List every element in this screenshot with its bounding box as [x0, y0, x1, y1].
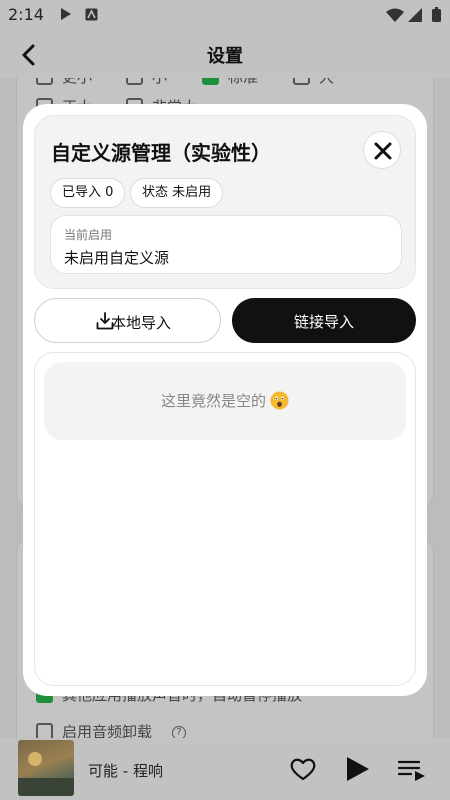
page-title: 设置 — [207, 46, 243, 67]
close-button[interactable] — [363, 131, 401, 169]
audio-offload-label: 启用音频卸载 — [62, 723, 153, 738]
now-playing-title: 可能 - 程响 — [88, 762, 163, 780]
status-time: 2:14 — [8, 5, 44, 24]
help-icon[interactable]: ? — [172, 726, 186, 738]
dialog-header-card: 自定义源管理（实验性） 已导入 0 状态 未启用 当前启用 未启用自定义源 — [34, 115, 416, 289]
signal-icon — [408, 8, 422, 22]
wifi-icon — [386, 8, 404, 22]
option-checkbox[interactable] — [293, 78, 310, 85]
local-import-button[interactable]: 本地导入 — [34, 298, 221, 343]
option-checkbox[interactable] — [126, 78, 143, 85]
audio-offload-checkbox[interactable] — [36, 723, 53, 738]
app-bar: 设置 — [0, 30, 450, 78]
link-import-label: 链接导入 — [293, 313, 354, 331]
option-label: 更小 — [62, 78, 92, 87]
play-notification-icon — [61, 8, 71, 20]
current-source-box: 当前启用 未启用自定义源 — [50, 215, 402, 274]
custom-source-dialog: 自定义源管理（实验性） 已导入 0 状态 未启用 当前启用 未启用自定义源 本地… — [23, 104, 427, 696]
empty-state: 这里竟然是空的 — [44, 362, 406, 440]
option-label: 标准 — [228, 78, 258, 87]
favorite-heart-icon[interactable] — [288, 754, 318, 784]
link-import-button[interactable]: 链接导入 — [232, 298, 416, 343]
option-checkbox[interactable] — [202, 78, 219, 85]
current-source-value: 未启用自定义源 — [64, 249, 170, 267]
empty-state-text: 这里竟然是空的 — [160, 392, 266, 410]
imported-count-badge: 已导入 0 — [50, 178, 126, 208]
source-list: 这里竟然是空的 — [34, 352, 416, 686]
play-icon[interactable] — [342, 754, 372, 784]
option-checkbox[interactable] — [36, 78, 53, 85]
status-badge: 状态 未启用 — [130, 178, 224, 208]
app-notification-icon — [85, 8, 98, 21]
dialog-title: 自定义源管理（实验性） — [51, 141, 271, 165]
album-cover[interactable] — [18, 740, 74, 796]
mini-player[interactable]: 可能 - 程响 — [0, 738, 450, 800]
status-bar: 2:14 — [0, 0, 450, 30]
local-import-label: 本地导入 — [111, 314, 172, 332]
close-icon — [374, 142, 392, 160]
battery-icon — [432, 7, 441, 22]
astonished-face-icon — [270, 391, 289, 410]
option-label: 小 — [152, 78, 167, 87]
option-label: 大 — [319, 78, 334, 87]
current-source-label: 当前启用 — [64, 228, 113, 242]
playlist-icon[interactable] — [397, 754, 427, 784]
